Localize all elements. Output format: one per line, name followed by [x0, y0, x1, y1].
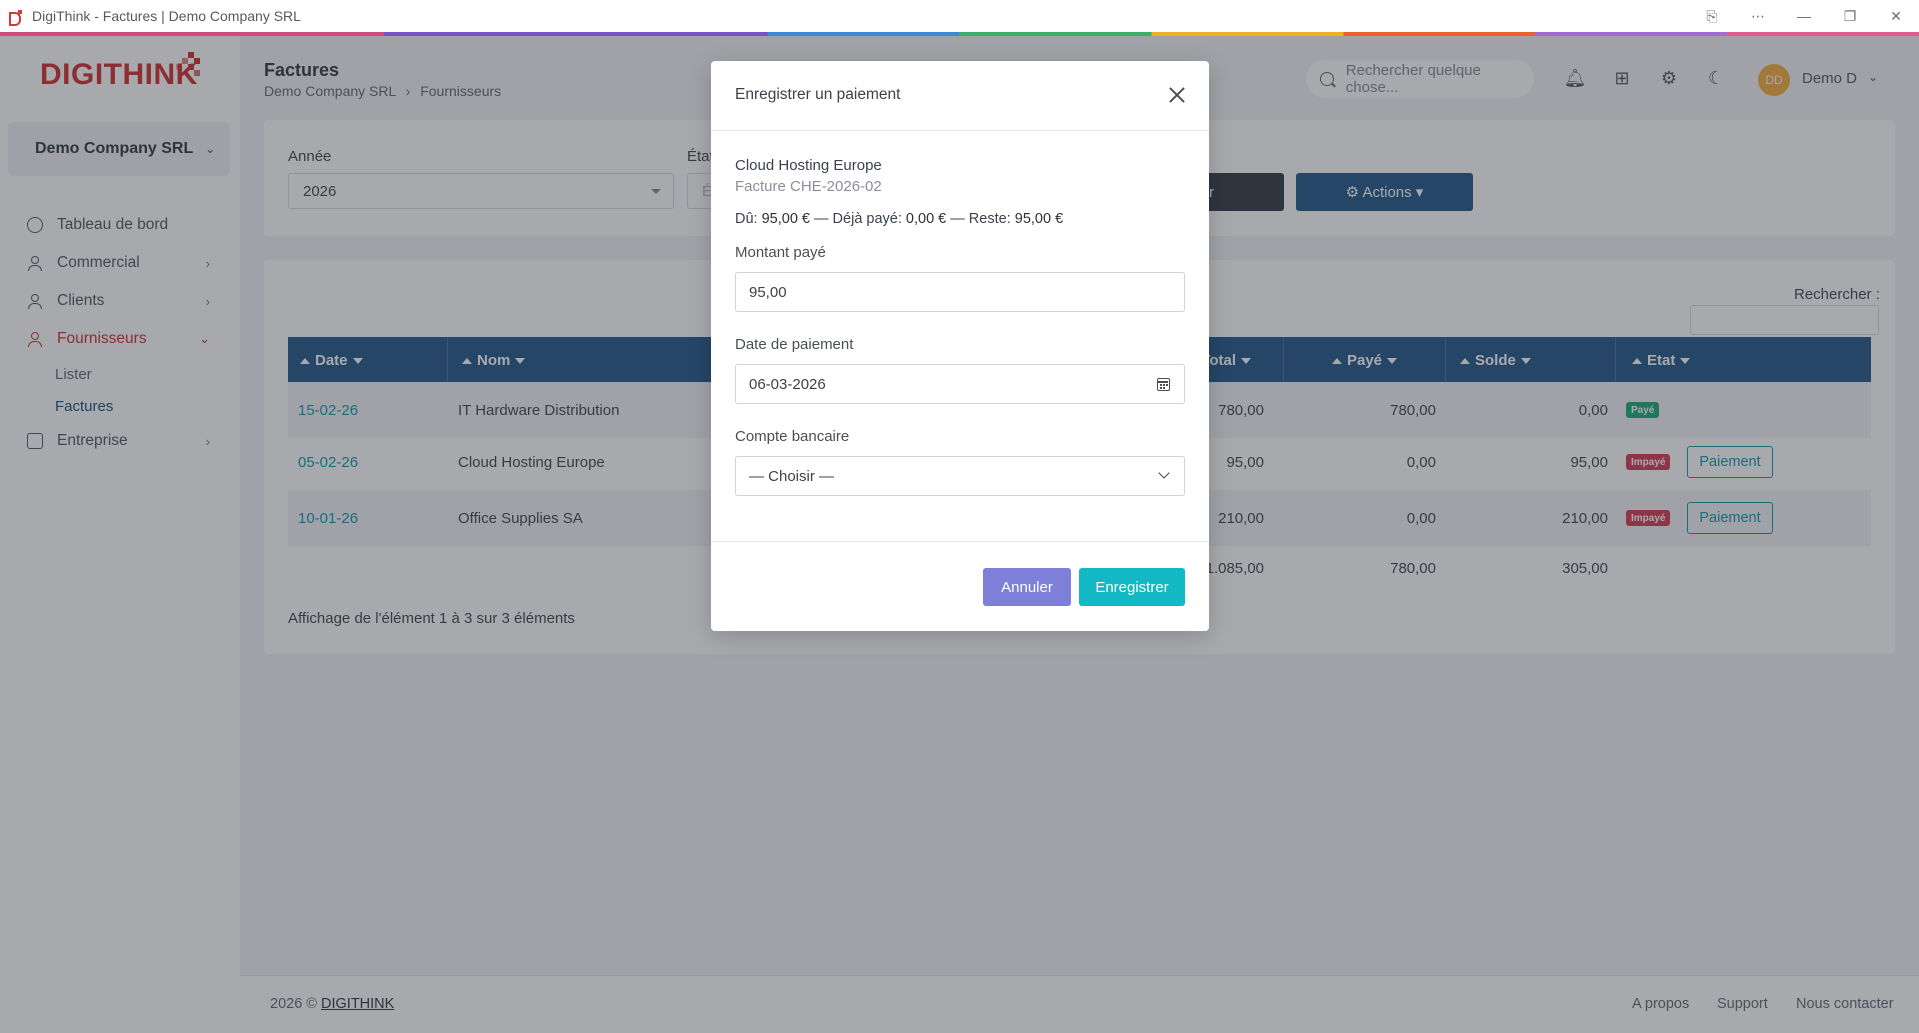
cancel-button[interactable]: Annuler [983, 568, 1071, 606]
payment-modal: Enregistrer un paiement Cloud Hosting Eu… [711, 61, 1209, 631]
close-window-icon[interactable]: ✕ [1873, 0, 1919, 32]
window-controls: ⎘ ⋯ — ❐ ✕ [1689, 0, 1919, 32]
more-icon[interactable]: ⋯ [1735, 0, 1781, 32]
window-title: DigiThink - Factures | Demo Company SRL [32, 8, 301, 24]
maximize-icon[interactable]: ❐ [1827, 0, 1873, 32]
modal-supplier-name: Cloud Hosting Europe [735, 157, 882, 174]
amount-input[interactable]: 95,00 [735, 272, 1185, 312]
minimize-icon[interactable]: — [1781, 0, 1827, 32]
cast-icon[interactable]: ⎘ [1689, 0, 1735, 32]
amount-label: Montant payé [735, 244, 826, 261]
save-button[interactable]: Enregistrer [1079, 568, 1185, 606]
modal-title: Enregistrer un paiement [735, 86, 901, 103]
chevron-down-icon [1158, 467, 1170, 479]
close-icon[interactable] [1167, 85, 1187, 105]
payment-summary: Dû: 95,00 € — Déjà payé: 0,00 € — Reste:… [735, 211, 1064, 227]
bank-account-select[interactable]: — Choisir — [735, 456, 1185, 496]
modal-invoice-ref: Facture CHE-2026-02 [735, 178, 882, 195]
window-titlebar: DigiThink - Factures | Demo Company SRL … [0, 0, 1919, 32]
modal-divider [711, 541, 1209, 542]
already-paid-amount: 0,00 € [905, 211, 947, 227]
modal-header: Enregistrer un paiement [711, 61, 1209, 131]
calendar-icon[interactable] [1157, 378, 1170, 391]
app-logo-icon [9, 9, 22, 26]
account-label: Compte bancaire [735, 428, 850, 445]
due-amount: 95,00 € [761, 211, 810, 227]
payment-date-input[interactable]: 06-03-2026 [735, 364, 1185, 404]
date-label: Date de paiement [735, 336, 854, 353]
remaining-amount: 95,00 € [1014, 211, 1064, 227]
